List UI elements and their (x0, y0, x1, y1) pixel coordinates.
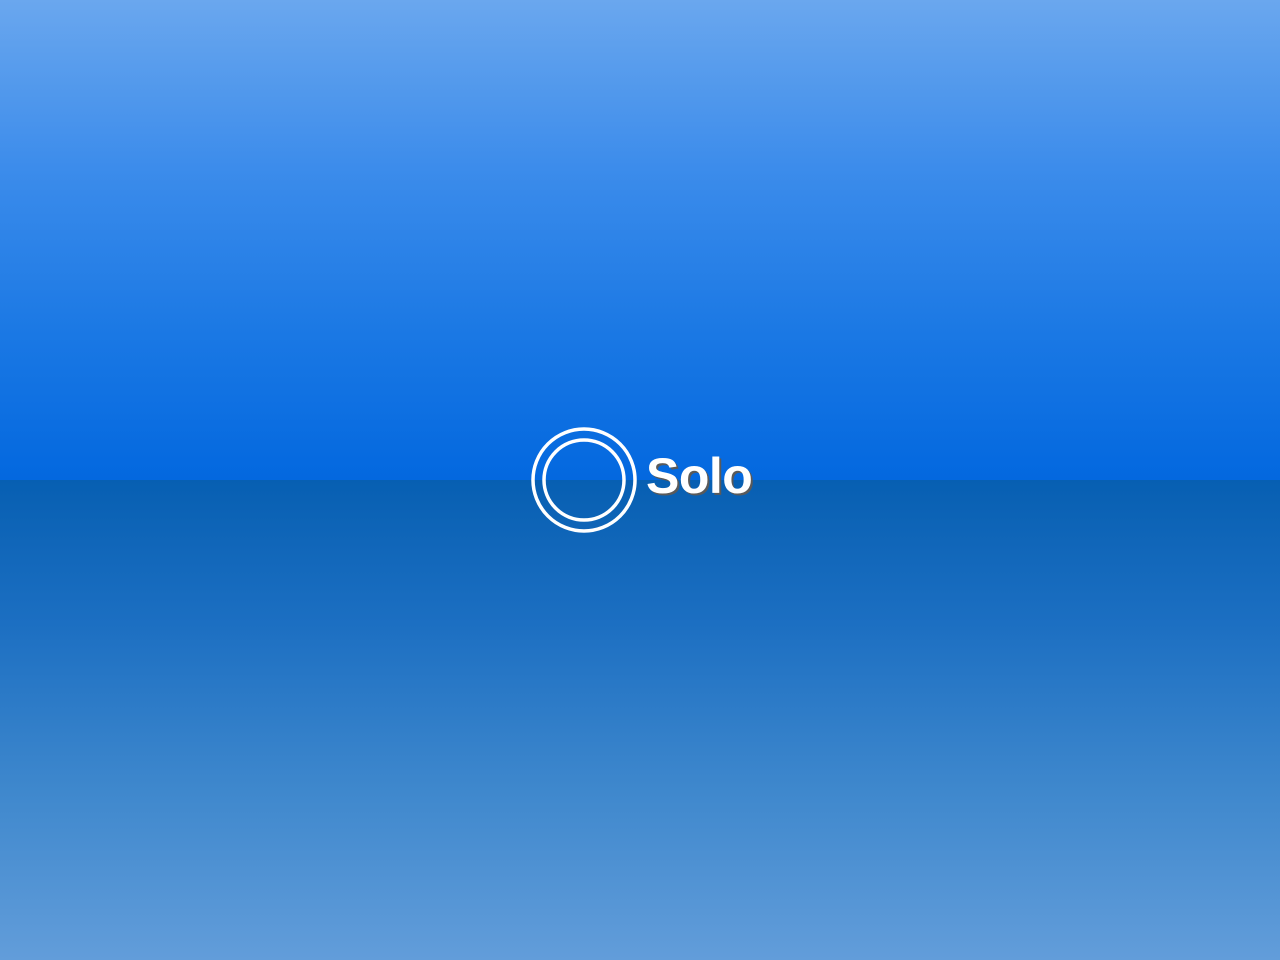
ground-background (0, 480, 1280, 960)
sky-background (0, 0, 1280, 480)
brand-logo: Solo (530, 426, 753, 534)
splash-screen: Solo (0, 0, 1280, 960)
brand-name: Solo (646, 448, 753, 504)
solo-ring-logo-icon (531, 427, 637, 533)
